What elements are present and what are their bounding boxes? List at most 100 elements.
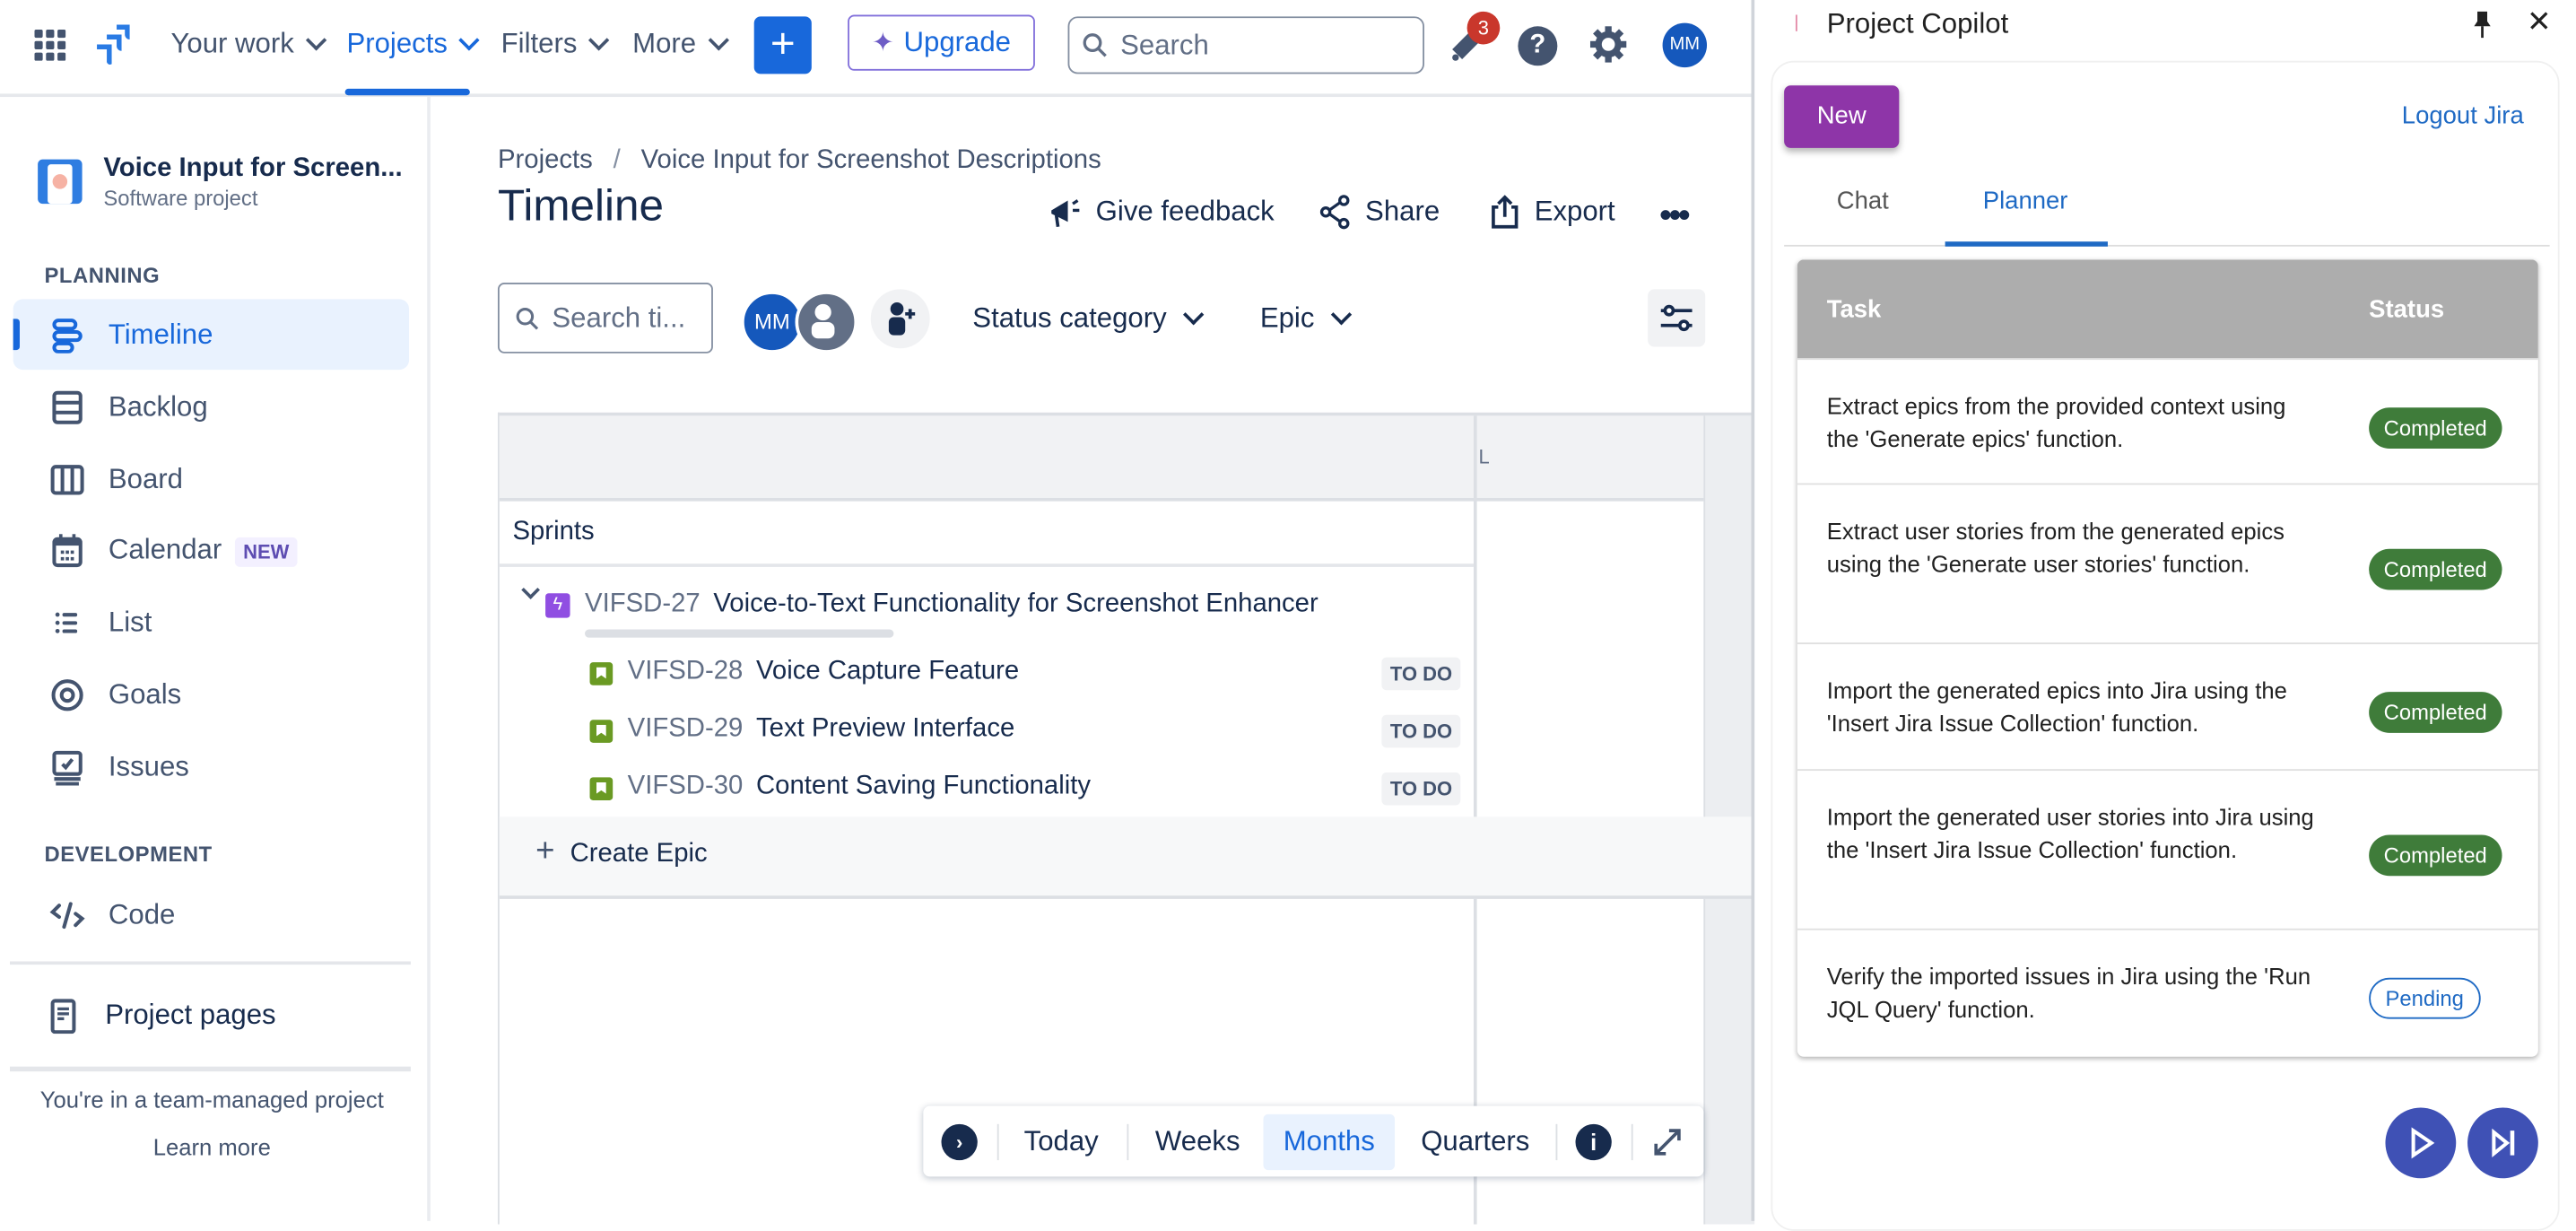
more-actions-icon[interactable]: ••• — [1659, 194, 1691, 237]
upgrade-button[interactable]: ✦ Upgrade — [848, 14, 1035, 71]
list-icon — [49, 604, 85, 640]
project-name[interactable]: Voice Input for Screen... — [103, 154, 402, 184]
sliders-icon — [1660, 304, 1693, 332]
today-button[interactable]: Today — [1005, 1114, 1118, 1170]
epic-row[interactable]: ϟ VIFSD-27 Voice-to-Text Functionality fo… — [500, 581, 1474, 626]
tab-planner[interactable]: Planner — [1983, 188, 2068, 215]
jira-logo-icon[interactable] — [93, 24, 130, 67]
story-row[interactable]: VIFSD-29 Text Preview Interface TO DO — [500, 712, 1474, 751]
pin-icon[interactable] — [2471, 10, 2494, 39]
sidebar-item-project-pages[interactable]: Project pages — [13, 980, 409, 1051]
breadcrumb-separator: / — [613, 146, 621, 175]
issue-key: VIFSD-30 — [627, 772, 744, 800]
run-next-step-button[interactable] — [2467, 1107, 2538, 1179]
tab-chat[interactable]: Chat — [1837, 188, 1889, 215]
active-tab-indicator — [1945, 241, 2108, 247]
weeks-button[interactable]: Weeks — [1136, 1114, 1260, 1170]
table-row: Extract epics from the provided context … — [1797, 358, 2538, 485]
story-title: VIFSD-28 Voice Capture Feature — [628, 658, 1020, 687]
help-icon[interactable]: ? — [1518, 26, 1558, 66]
close-icon[interactable]: ✕ — [2527, 4, 2552, 39]
search-icon — [516, 307, 539, 329]
plus-icon: + — [770, 18, 796, 68]
epic-icon: ϟ — [545, 593, 570, 618]
fullscreen-icon[interactable] — [1649, 1124, 1685, 1160]
status-completed-badge: Completed — [2369, 407, 2502, 450]
sidebar-item-label: Code — [108, 897, 176, 930]
column-header-task: Task — [1826, 295, 1882, 324]
breadcrumb-projects[interactable]: Projects — [498, 146, 593, 174]
learn-more-link[interactable]: Learn more — [0, 1134, 424, 1160]
divider — [996, 1123, 999, 1161]
nav-your-work[interactable]: Your work — [170, 28, 327, 61]
sidebar-item-label: Project pages — [105, 998, 276, 1030]
app-switcher-icon[interactable] — [34, 29, 66, 61]
breadcrumb: Projects / Voice Input for Screenshot De… — [498, 146, 1101, 176]
development-section-header: DEVELOPMENT — [44, 841, 213, 867]
months-button[interactable]: Months — [1263, 1113, 1396, 1171]
run-button[interactable] — [2385, 1107, 2457, 1179]
nav-filters[interactable]: Filters — [501, 28, 610, 61]
sidebar-item-backlog[interactable]: Backlog — [13, 371, 409, 442]
export-button[interactable]: Export — [1488, 194, 1615, 230]
sidebar-item-timeline[interactable]: Timeline — [13, 299, 410, 371]
epic-filter[interactable]: Epic — [1260, 302, 1353, 336]
breadcrumb-project[interactable]: Voice Input for Screenshot Descriptions — [641, 146, 1101, 174]
chevron-down-icon — [305, 30, 327, 51]
story-row[interactable]: VIFSD-30 Content Saving Functionality TO … — [500, 769, 1474, 808]
story-title: VIFSD-29 Text Preview Interface — [628, 715, 1015, 745]
status-category-filter[interactable]: Status category — [972, 302, 1205, 336]
copilot-title: Project Copilot — [1826, 8, 2009, 39]
issue-summary: Voice-to-Text Functionality for Screensh… — [713, 589, 1318, 618]
give-feedback-button[interactable]: Give feedback — [1047, 194, 1275, 230]
sidebar-item-issues[interactable]: Issues — [13, 731, 409, 802]
create-epic-button[interactable]: + Create Epic — [499, 816, 1754, 899]
collapse-chevron-icon[interactable] — [521, 581, 540, 599]
issue-summary: Voice Capture Feature — [755, 657, 1020, 685]
nav-more[interactable]: More — [632, 28, 729, 61]
sidebar-item-list[interactable]: List — [13, 587, 409, 658]
sidebar-item-label: Issues — [108, 750, 189, 781]
assignee-avatar-unassigned[interactable] — [795, 291, 858, 354]
nav-more-label: More — [632, 28, 697, 59]
divider — [9, 1066, 411, 1072]
sidebar-item-board[interactable]: Board — [13, 444, 409, 515]
assignee-avatar-mm[interactable]: MM — [741, 291, 804, 354]
info-icon[interactable]: i — [1575, 1123, 1612, 1161]
story-icon — [589, 662, 614, 685]
timeline-grid: L Sprints ϟ VIFSD-27 Voice-to-Text Functi… — [497, 412, 1755, 1225]
share-button[interactable]: Share — [1319, 194, 1440, 230]
tabs-divider — [1784, 244, 2550, 247]
table-row: Import the generated user stories into J… — [1797, 769, 2538, 930]
settings-gear-icon[interactable] — [1588, 24, 1628, 64]
logout-jira-link[interactable]: Logout Jira — [2402, 102, 2524, 130]
team-managed-text: You're in a team-managed project — [39, 1086, 384, 1113]
view-settings-button[interactable] — [1648, 289, 1706, 347]
page-title: Timeline — [497, 180, 665, 231]
add-people-button[interactable] — [870, 289, 930, 349]
timeline-search-input[interactable]: Search ti... — [497, 283, 713, 354]
column-marker: L — [1478, 445, 1490, 469]
new-button[interactable]: New — [1784, 85, 1900, 148]
issue-summary: Text Preview Interface — [755, 714, 1015, 743]
task-text: Verify the imported issues in Jira using… — [1826, 963, 2311, 1023]
sidebar-item-label: Board — [108, 462, 183, 494]
chevron-down-icon — [588, 30, 610, 51]
divider — [9, 961, 411, 965]
status-completed-badge: Completed — [2369, 692, 2502, 733]
story-row[interactable]: VIFSD-28 Voice Capture Feature TO DO — [500, 654, 1474, 694]
sidebar-item-calendar[interactable]: Calendar NEW — [13, 514, 409, 585]
sidebar-item-goals[interactable]: Goals — [13, 659, 409, 729]
status-completed-badge: Completed — [2369, 548, 2502, 590]
nav-projects[interactable]: Projects — [346, 28, 481, 61]
create-button[interactable]: + — [753, 16, 812, 74]
quarters-button[interactable]: Quarters — [1400, 1114, 1552, 1170]
expand-panel-icon[interactable]: › — [941, 1123, 978, 1161]
chevron-down-icon — [708, 30, 729, 51]
search-input[interactable]: Search — [1067, 16, 1424, 74]
sparkle-icon: ✦ — [872, 29, 894, 58]
planner-task-table: Task Status Extract epics from the provi… — [1797, 259, 2538, 1057]
drag-handle[interactable] — [1795, 14, 1797, 31]
user-avatar[interactable]: MM — [1662, 22, 1708, 68]
sidebar-item-code[interactable]: Code — [13, 879, 409, 950]
